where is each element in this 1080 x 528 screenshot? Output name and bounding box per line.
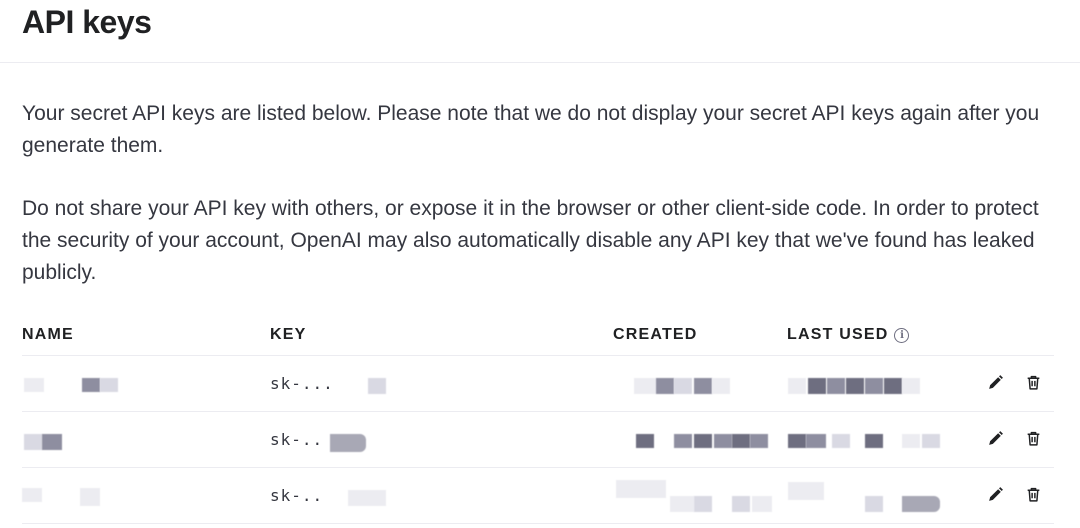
trash-icon <box>1027 487 1039 502</box>
masked-key: sk-.. <box>270 486 324 505</box>
masked-key: sk-.. <box>270 430 324 449</box>
delete-key-button[interactable] <box>1022 483 1044 505</box>
info-icon[interactable]: i <box>894 328 910 343</box>
page-header: API keys <box>0 0 1080 63</box>
column-header-name: NAME <box>22 326 74 343</box>
column-header-key: KEY <box>270 326 307 343</box>
table-row: sk-.. <box>22 412 1054 468</box>
key-cell: sk-... <box>270 374 334 394</box>
trash-icon <box>1027 375 1039 390</box>
description-text: Your secret API keys are listed below. P… <box>22 102 1040 157</box>
edit-key-button[interactable] <box>984 371 1006 393</box>
table-row: sk-... <box>22 356 1054 412</box>
api-keys-table: NAME KEY CREATED LAST USED i sk-... sk-.… <box>22 318 1054 524</box>
delete-key-button[interactable] <box>1022 371 1044 393</box>
pencil-icon <box>988 486 1003 501</box>
masked-key: sk-... <box>270 374 334 393</box>
page-title: API keys <box>22 4 152 40</box>
pencil-icon <box>988 374 1003 389</box>
column-header-last-used-label: LAST USED <box>787 326 889 343</box>
pencil-icon <box>988 430 1003 445</box>
key-cell: sk-.. <box>270 430 323 450</box>
trash-icon <box>1027 431 1039 446</box>
edit-key-button[interactable] <box>984 427 1006 449</box>
key-cell: sk-.. <box>270 486 323 506</box>
table-header: NAME KEY CREATED LAST USED i <box>22 318 1054 356</box>
security-warning-text: Do not share your API key with others, o… <box>22 197 1039 284</box>
edit-key-button[interactable] <box>984 483 1006 505</box>
table-row: sk-.. <box>22 468 1054 524</box>
delete-key-button[interactable] <box>1022 427 1044 449</box>
column-header-last-used: LAST USED i <box>787 326 910 344</box>
column-header-created: CREATED <box>613 326 698 343</box>
